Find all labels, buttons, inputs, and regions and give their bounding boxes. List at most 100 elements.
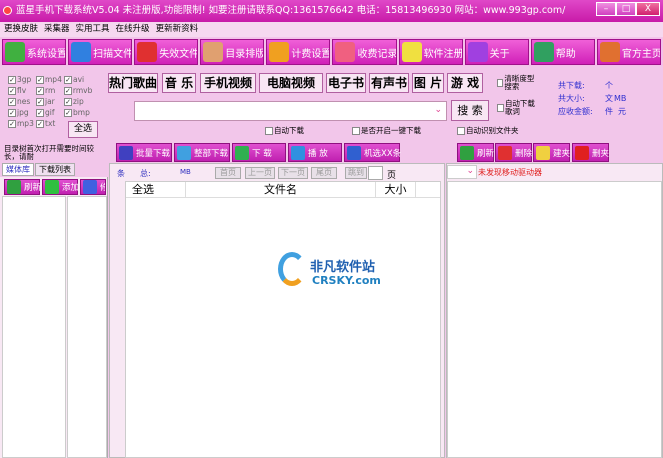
menu-collector[interactable]: 采集器 xyxy=(44,22,70,37)
window-title: 蓝星手机下载系统V5.04 未注册版,功能限制! 如要注册请联系QQ:13615… xyxy=(16,5,566,16)
maximize-button[interactable]: □ xyxy=(616,2,636,16)
category-button-4[interactable]: 电子书 xyxy=(326,73,366,93)
filetype-checkbox-3gp[interactable]: ✓ 3gp xyxy=(8,75,36,84)
filetype-label: jpg xyxy=(17,108,29,117)
toolbar-button-0[interactable]: 系统设置 xyxy=(2,39,67,65)
left-add-button[interactable]: 添加 xyxy=(42,179,79,195)
filetype-label: 3gp xyxy=(17,75,32,84)
action-button-3[interactable]: 播 放 xyxy=(288,143,342,162)
toolbar-button-7[interactable]: 关于 xyxy=(464,39,529,65)
filetype-checkbox-txt[interactable]: ✓ txt xyxy=(36,119,64,128)
menu-update[interactable]: 更新新资料 xyxy=(156,22,199,37)
one-click-checkbox[interactable]: 是否开启一键下载 xyxy=(352,125,421,136)
close-button[interactable]: X xyxy=(636,2,660,16)
drive-select[interactable]: ⌄ xyxy=(447,165,477,179)
watermark-cn: 非凡软件站 xyxy=(310,260,376,275)
filename-header[interactable]: 文件名 xyxy=(186,182,376,197)
prev-page-button[interactable]: 上一页 xyxy=(245,167,275,179)
menu-tools[interactable]: 实用工具 xyxy=(76,22,110,37)
action-label: 机选XX条 xyxy=(364,148,402,159)
category-button-2[interactable]: 手机视频 xyxy=(200,73,256,93)
toolbar-button-8[interactable]: 帮助 xyxy=(530,39,595,65)
toolbar-button-2[interactable]: 失效文件 xyxy=(134,39,199,65)
search-button[interactable]: 搜 索 xyxy=(451,100,489,121)
directory-list[interactable] xyxy=(67,196,107,458)
drive-file-list[interactable] xyxy=(447,181,662,458)
filetype-checkbox-jpg[interactable]: ✓ jpg xyxy=(8,108,36,117)
auto-lyrics-checkbox[interactable]: 自动下载歌词 xyxy=(497,100,542,116)
auto-folder-checkbox[interactable]: 自动识别文件夹 xyxy=(457,125,519,136)
category-button-3[interactable]: 电脑视频 xyxy=(259,73,323,93)
left-refresh-button[interactable]: 刷新 xyxy=(4,179,41,195)
filetype-checkbox-rmvb[interactable]: ✓ rmvb xyxy=(64,86,92,95)
jump-button[interactable]: 跳到 xyxy=(345,167,367,179)
filetype-checkbox-gif[interactable]: ✓ gif xyxy=(36,108,64,117)
toolbar-icon xyxy=(599,42,620,62)
file-table[interactable]: 全选 文件名 大小 非凡软件站 CRSKY.com xyxy=(125,181,441,458)
menu-bar: 更换皮肤 采集器 实用工具 在线升级 更新新资料 xyxy=(0,22,663,37)
title-bar: 蓝星手机下载系统V5.04 未注册版,功能限制! 如要注册请联系QQ:13615… xyxy=(0,0,663,22)
tab-download-list[interactable]: 下载列表 xyxy=(35,163,75,176)
action-button-2[interactable]: 下 载 xyxy=(232,143,286,162)
filetype-checkbox-nes[interactable]: ✓ nes xyxy=(8,97,36,106)
last-page-button[interactable]: 尾页 xyxy=(311,167,337,179)
category-button-7[interactable]: 游 戏 xyxy=(447,73,483,93)
toolbar-button-9[interactable]: 官方主页 xyxy=(596,39,661,65)
filetype-checkbox-mp4[interactable]: ✓ mp4 xyxy=(36,75,64,84)
toolbar-button-3[interactable]: 目录排版 xyxy=(200,39,265,65)
toolbar-button-6[interactable]: 软件注册 xyxy=(398,39,463,65)
category-button-1[interactable]: 音 乐 xyxy=(162,73,196,93)
filetype-label: rmvb xyxy=(72,86,93,95)
select-all-button[interactable]: 全选 xyxy=(68,121,98,138)
first-page-button[interactable]: 首页 xyxy=(215,167,241,179)
filetype-checkbox-zip[interactable]: ✓ zip xyxy=(64,97,92,106)
auto-download-checkbox[interactable]: 自动下载 xyxy=(265,125,304,136)
left-edit-button[interactable]: 修 xyxy=(80,179,106,195)
directory-tree[interactable] xyxy=(2,196,66,458)
category-button-5[interactable]: 有声书 xyxy=(369,73,409,93)
filetype-label: rm xyxy=(45,86,56,95)
right-action-button-1[interactable]: 删除 xyxy=(495,143,532,162)
right-action-button-3[interactable]: 删夹 xyxy=(572,143,609,162)
category-button-6[interactable]: 图 片 xyxy=(412,73,444,93)
action-button-1[interactable]: 整部下载 xyxy=(174,143,230,162)
toolbar-label: 收费记录 xyxy=(357,48,397,60)
right-action-label: 刷新 xyxy=(477,148,495,159)
right-action-label: 删夹 xyxy=(592,148,610,159)
count-label: 条 xyxy=(117,169,125,178)
select-all-header[interactable]: 全选 xyxy=(126,182,186,197)
next-page-button[interactable]: 下一页 xyxy=(278,167,308,179)
filetype-checkbox-rm[interactable]: ✓ rm xyxy=(36,86,64,95)
toolbar-button-1[interactable]: 扫描文件 xyxy=(68,39,133,65)
filetype-checkbox-jar[interactable]: ✓ jar xyxy=(36,97,64,106)
filetype-checkbox-mp3[interactable]: ✓ mp3 xyxy=(8,119,36,128)
category-button-0[interactable]: 热门歌曲 xyxy=(108,73,158,93)
chevron-down-icon[interactable]: ⌄ xyxy=(434,105,442,115)
action-button-4[interactable]: 机选XX条 xyxy=(344,143,402,162)
search-input[interactable]: ⌄ xyxy=(134,101,447,121)
total-label: 总: xyxy=(140,169,151,178)
menu-skin[interactable]: 更换皮肤 xyxy=(4,22,38,37)
page-input[interactable] xyxy=(368,166,383,180)
plus-icon xyxy=(45,180,59,194)
toolbar-icon xyxy=(269,42,290,62)
toolbar-icon xyxy=(401,42,422,62)
filetype-checkbox-avi[interactable]: ✓ avi xyxy=(64,75,92,84)
minimize-button[interactable]: – xyxy=(596,2,616,16)
toolbar-button-4[interactable]: 计费设置 xyxy=(266,39,331,65)
precise-search-checkbox[interactable]: 清晰度型搜索 xyxy=(497,75,537,91)
menu-upgrade[interactable]: 在线升级 xyxy=(116,22,150,37)
auto-lyrics-label: 自动下载歌词 xyxy=(504,99,535,116)
right-action-button-2[interactable]: 建夹 xyxy=(533,143,570,162)
right-action-button-0[interactable]: 刷新 xyxy=(457,143,494,162)
filetype-checkbox-bmp[interactable]: ✓ bmp xyxy=(64,108,92,117)
size-header[interactable]: 大小 xyxy=(376,182,416,197)
filetype-label: txt xyxy=(45,119,56,128)
filetype-checkbox-flv[interactable]: ✓ flv xyxy=(8,86,36,95)
action-button-0[interactable]: 批量下载 xyxy=(116,143,172,162)
total-mb-label: MB xyxy=(180,168,191,176)
toolbar-button-5[interactable]: 收费记录 xyxy=(332,39,397,65)
one-click-label: 是否开启一键下载 xyxy=(361,126,421,135)
action-icon xyxy=(291,145,305,160)
tab-media-library[interactable]: 媒体库 xyxy=(2,163,34,176)
